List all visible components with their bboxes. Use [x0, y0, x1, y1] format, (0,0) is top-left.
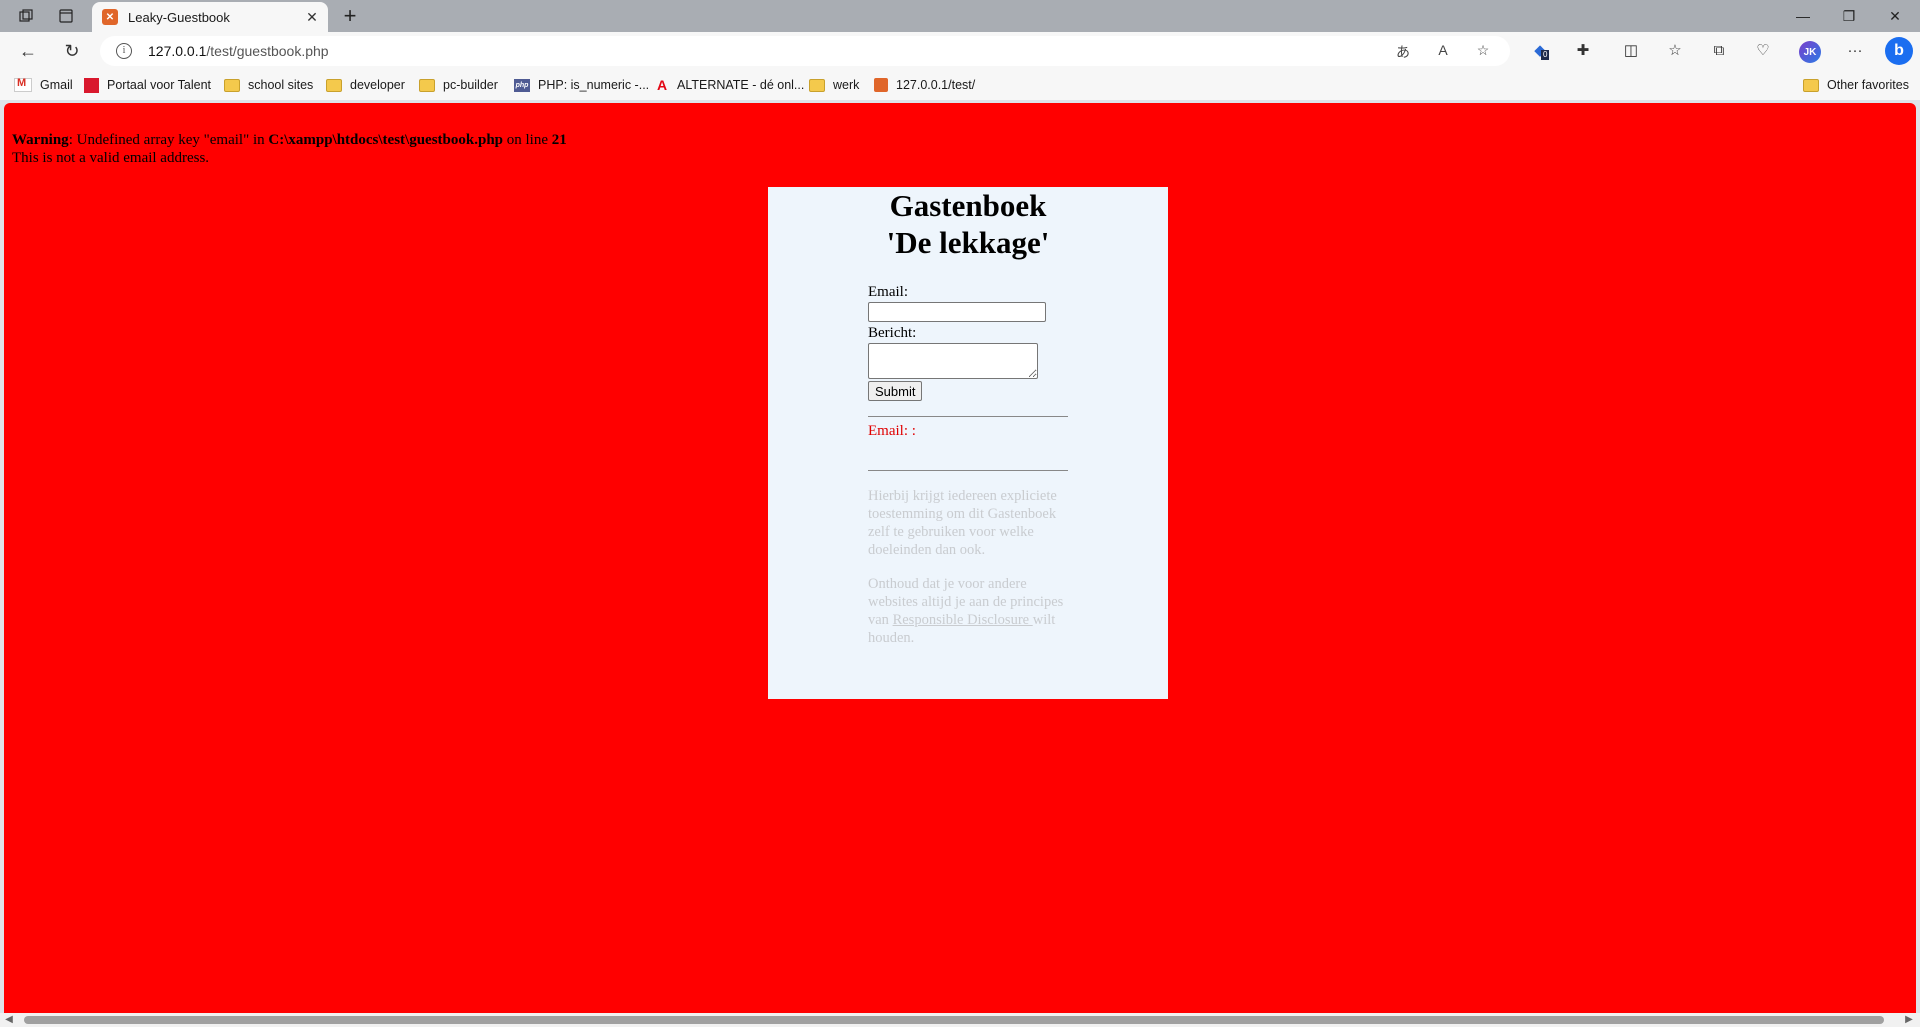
- close-tab-icon[interactable]: ✕: [302, 9, 322, 26]
- warning-text-b: on line: [503, 132, 552, 148]
- folder-icon: [419, 78, 435, 92]
- copilot-icon[interactable]: b: [1885, 37, 1913, 65]
- title-line-2: 'De lekkage': [886, 225, 1050, 260]
- email-error-message: This is not a valid email address.: [12, 150, 210, 166]
- bookmark-label: Gmail: [40, 78, 73, 92]
- refresh-icon[interactable]: ↻: [60, 40, 84, 62]
- bookmark-portaal[interactable]: Portaal voor Talent: [84, 77, 211, 93]
- more-menu-icon[interactable]: ···: [1844, 41, 1866, 61]
- navigation-bar: ← ↻ i 127.0.0.1/test/guestbook.php あ A ☆…: [0, 32, 1920, 70]
- warning-line: 21: [551, 132, 567, 148]
- folder-icon: [809, 78, 825, 92]
- message-field[interactable]: [868, 343, 1038, 379]
- bookmark-label: school sites: [248, 78, 314, 92]
- minimize-icon[interactable]: —: [1780, 0, 1826, 32]
- gmail-icon: [14, 77, 32, 92]
- title-line-1: Gastenboek: [889, 188, 1047, 223]
- warning-file: C:\xampp\htdocs\test\guestbook.php: [268, 132, 504, 148]
- bookmark-alternate[interactable]: A ALTERNATE - dé onl...: [655, 77, 804, 93]
- bookmark-php[interactable]: php PHP: is_numeric -...: [514, 77, 649, 93]
- extension-icon[interactable]: ◆ 0: [1529, 41, 1551, 61]
- back-icon[interactable]: ←: [16, 40, 40, 62]
- submit-button[interactable]: Submit: [868, 381, 923, 401]
- new-tab-icon[interactable]: +: [338, 4, 362, 28]
- close-window-icon[interactable]: ✕: [1872, 0, 1918, 32]
- other-favorites[interactable]: Other favorites: [1803, 77, 1909, 93]
- tab-leaky-guestbook[interactable]: ✕ Leaky-Guestbook ✕: [92, 2, 328, 32]
- bookmark-label: PHP: is_numeric -...: [538, 78, 650, 92]
- scrollbar-thumb[interactable]: [24, 1016, 1884, 1024]
- favorite-star-icon[interactable]: ☆: [1472, 42, 1494, 59]
- xampp-icon: ✕: [102, 9, 118, 25]
- email-field[interactable]: [868, 302, 1046, 322]
- bookmark-label: werk: [833, 78, 860, 92]
- bookmark-werk[interactable]: werk: [809, 77, 859, 93]
- horizontal-scrollbar[interactable]: ◀ ▶: [0, 1013, 1920, 1027]
- extension-badge: 0: [1541, 50, 1550, 60]
- folder-icon: [326, 78, 342, 92]
- guestbook-form: Email: Bericht: Submit: [868, 283, 1046, 401]
- footer-notice: Hierbij krijgt iedereen expliciete toest…: [868, 487, 1068, 663]
- read-aloud-icon[interactable]: A: [1432, 42, 1454, 58]
- bookmark-pc-builder[interactable]: pc-builder: [419, 77, 498, 93]
- restore-icon[interactable]: ❐: [1826, 0, 1872, 32]
- bookmark-developer[interactable]: developer: [326, 77, 405, 93]
- guestbook-card: Gastenboek 'De lekkage' Email: Bericht: …: [768, 187, 1168, 699]
- bookmark-school-sites[interactable]: school sites: [224, 77, 313, 93]
- bookmark-label: pc-builder: [443, 78, 498, 92]
- xampp-icon: [874, 78, 888, 92]
- disclosure-text: Onthoud dat je voor andere websites alti…: [868, 575, 1068, 647]
- profile-avatar[interactable]: JK: [1799, 41, 1821, 63]
- page-viewport: Warning: Undefined array key "email" in …: [4, 103, 1916, 1013]
- email-label: Email:: [868, 284, 908, 300]
- scroll-right-icon[interactable]: ▶: [1904, 1014, 1914, 1025]
- scroll-left-icon[interactable]: ◀: [4, 1014, 14, 1025]
- site-info-icon[interactable]: i: [116, 43, 132, 59]
- bookmark-gmail[interactable]: Gmail: [14, 77, 73, 93]
- php-warning: Warning: Undefined array key "email" in …: [12, 131, 567, 167]
- bookmark-label: developer: [350, 78, 405, 92]
- php-icon: php: [514, 78, 530, 92]
- translate-icon[interactable]: あ: [1392, 42, 1414, 62]
- address-bar[interactable]: i 127.0.0.1/test/guestbook.php あ A ☆: [100, 36, 1510, 66]
- divider: [868, 470, 1068, 471]
- folder-icon: [224, 78, 240, 92]
- folder-icon: [1803, 78, 1819, 92]
- warning-text-a: : Undefined array key "email" in: [68, 132, 269, 148]
- bookmark-label: 127.0.0.1/test/: [896, 78, 976, 92]
- split-screen-icon[interactable]: ◫: [1620, 41, 1642, 61]
- browser-essentials-icon[interactable]: ♡: [1752, 41, 1774, 61]
- permission-text: Hierbij krijgt iedereen expliciete toest…: [868, 488, 1057, 558]
- bookmark-label: ALTERNATE - dé onl...: [677, 78, 805, 92]
- portaal-icon: [84, 77, 99, 93]
- workspaces-icon[interactable]: [16, 6, 36, 26]
- favorites-icon[interactable]: ☆: [1664, 41, 1686, 61]
- collections-icon[interactable]: ⧉: [1708, 41, 1730, 61]
- message-label: Bericht:: [868, 325, 917, 341]
- page-title: Gastenboek 'De lekkage': [768, 187, 1168, 261]
- divider: [868, 416, 1068, 417]
- bookmarks-bar: Gmail Portaal voor Talent school sites d…: [0, 70, 1920, 100]
- url-text[interactable]: 127.0.0.1/test/guestbook.php: [148, 43, 329, 59]
- warning-label: Warning: [12, 132, 69, 148]
- bookmark-label: Portaal voor Talent: [107, 78, 211, 92]
- responsible-disclosure-link[interactable]: Responsible Disclosure: [893, 612, 1033, 628]
- alternate-icon: A: [656, 77, 668, 93]
- guestbook-entry: Email: :: [868, 423, 916, 439]
- url-path: /test/guestbook.php: [206, 43, 329, 59]
- other-favorites-label: Other favorites: [1827, 78, 1909, 92]
- tab-title: Leaky-Guestbook: [128, 9, 230, 25]
- url-host: 127.0.0.1: [148, 43, 207, 59]
- extensions-puzzle-icon[interactable]: ✚: [1572, 41, 1594, 61]
- tab-strip: ✕ Leaky-Guestbook ✕ + — ❐ ✕: [0, 0, 1920, 32]
- vertical-tabs-icon[interactable]: [56, 6, 76, 26]
- bookmark-localhost[interactable]: 127.0.0.1/test/: [874, 77, 975, 93]
